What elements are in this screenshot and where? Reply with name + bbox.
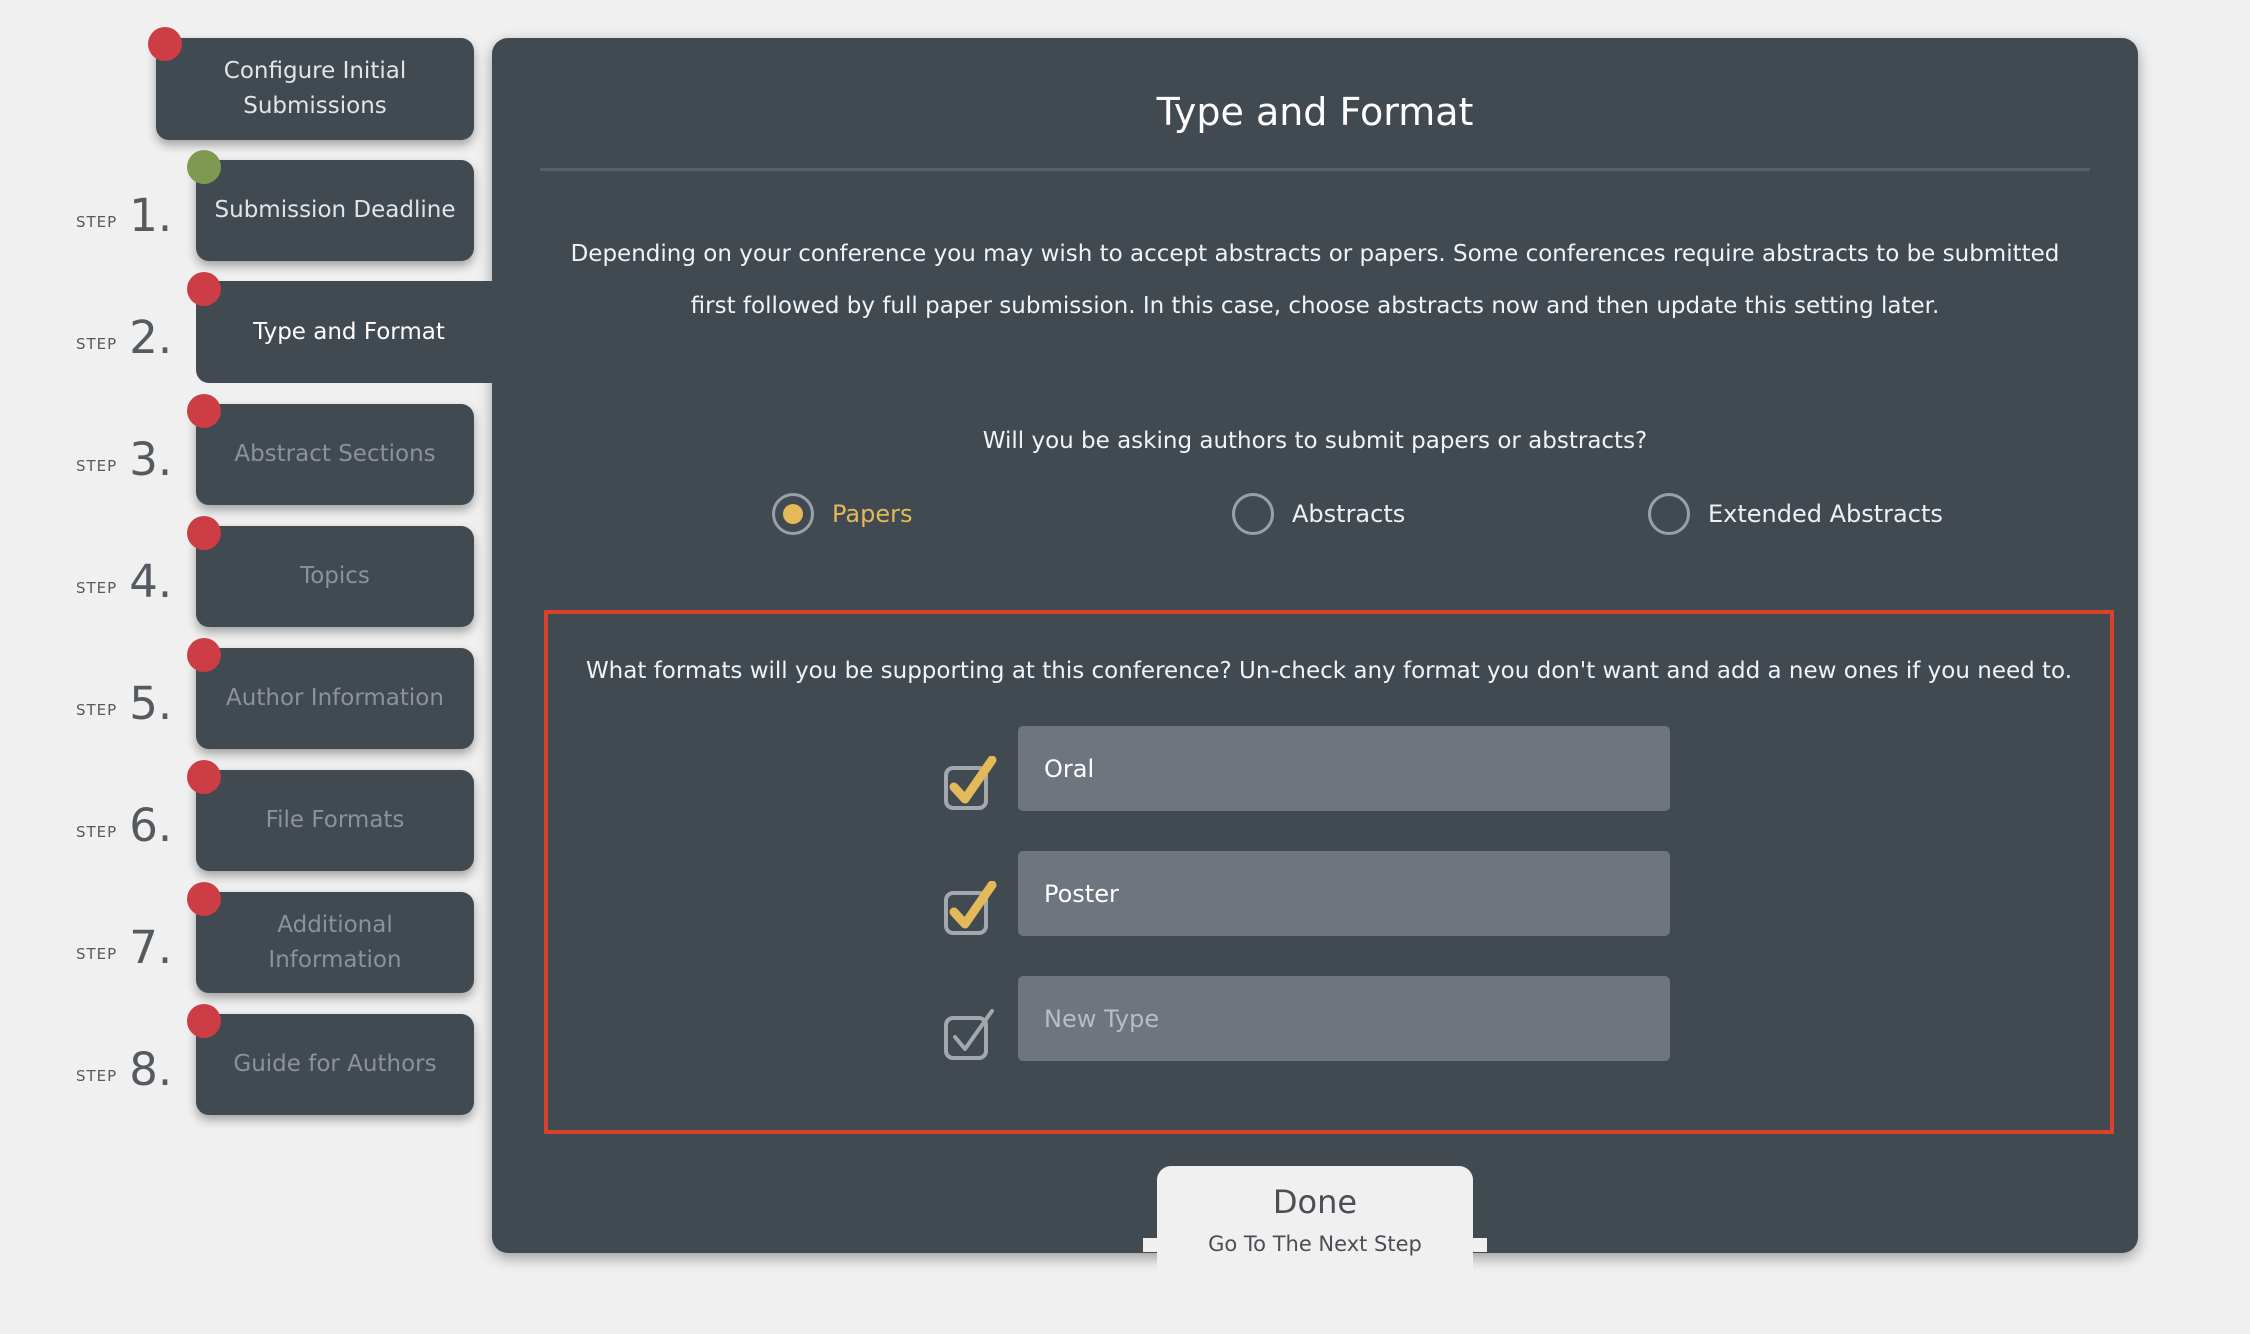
step-number: 8. [129,1043,173,1096]
tab-topics[interactable]: Topics [196,526,474,627]
status-dot-incomplete [187,760,221,794]
status-dot-incomplete [187,638,221,672]
tab-author-information[interactable]: Author Information [196,648,474,749]
status-dot-incomplete [187,882,221,916]
step-label-1: STEP 1. [76,180,172,240]
checkbox-checked-icon[interactable] [942,756,998,812]
radio-button[interactable] [1648,493,1690,535]
tab-label: Submission Deadline [214,197,456,223]
format-row-oral [942,726,1682,812]
step-word: STEP [76,1067,118,1085]
format-input-oral[interactable] [1018,726,1670,811]
tab-label: File Formats [265,807,405,833]
step-number: 7. [129,921,173,974]
step-number: 5. [129,677,173,730]
status-dot-incomplete [187,394,221,428]
step-number: 2. [129,311,173,364]
formats-section: What formats will you be supporting at t… [544,610,2114,1134]
tab-submission-deadline[interactable]: Submission Deadline [196,160,474,261]
step-number: 1. [129,189,173,242]
step-label-4: STEP 4. [76,546,172,606]
tab-additional-information[interactable]: Additional Information [196,892,474,993]
step-label-2: STEP 2. [76,302,172,362]
title-divider [540,168,2090,171]
step-label-5: STEP 5. [76,668,172,728]
format-row-new [942,976,1682,1062]
status-dot-incomplete [187,1004,221,1038]
step-label-3: STEP 3. [76,424,172,484]
radio-dot [783,504,803,524]
tab-label: Guide for Authors [233,1051,437,1077]
submission-question: Will you be asking authors to submit pap… [982,428,1648,454]
tab-label: Additional Information [268,911,402,973]
formats-question: What formats will you be supporting at t… [585,658,2073,684]
step-word: STEP [76,945,118,963]
checkbox-checked-icon[interactable] [942,881,998,937]
step-label-7: STEP 7. [76,912,172,972]
page-title: Type and Format [1156,90,1474,134]
radio-button-selected[interactable] [772,493,814,535]
radio-label: Abstracts [1292,500,1406,528]
step-word: STEP [76,823,118,841]
tab-guide-for-authors[interactable]: Guide for Authors [196,1014,474,1115]
checkbox-unchecked-icon[interactable] [942,1006,998,1062]
tab-file-formats[interactable]: File Formats [196,770,474,871]
format-input-poster[interactable] [1018,851,1670,936]
done-button-sublabel: Go To The Next Step [1208,1232,1422,1256]
tab-label: Topics [300,563,370,589]
step-number: 3. [129,433,173,486]
done-button[interactable]: Done Go To The Next Step [1157,1166,1473,1278]
status-dot-complete [187,150,221,184]
radio-label: Extended Abstracts [1708,500,1943,528]
done-button-label: Done [1272,1183,1358,1221]
step-label-6: STEP 6. [76,790,172,850]
radio-extended-abstracts[interactable]: Extended Abstracts [1648,492,1943,536]
step-word: STEP [76,457,118,475]
format-row-poster [942,851,1682,937]
step-word: STEP [76,701,118,719]
done-button-flare [1473,1238,1487,1252]
radio-papers[interactable]: Papers [772,492,912,536]
status-dot-incomplete [187,272,221,306]
tab-label: Configure Initial Submissions [223,58,407,119]
tab-label: Type and Format [253,318,445,345]
step-word: STEP [76,213,118,231]
format-input-new-type[interactable] [1018,976,1670,1061]
tab-label: Author Information [226,685,444,711]
tab-label: Abstract Sections [234,441,436,467]
tab-configure-initial-submissions[interactable]: Configure Initial Submissions [156,38,474,140]
step-word: STEP [76,335,118,353]
step-number: 6. [129,799,173,852]
tab-type-and-format[interactable]: Type and Format [196,281,502,383]
intro-text: Depending on your conference you may wis… [570,241,2060,319]
radio-abstracts[interactable]: Abstracts [1232,492,1405,536]
radio-label: Papers [832,500,913,528]
status-dot-incomplete [148,27,182,61]
radio-button[interactable] [1232,493,1274,535]
step-number: 4. [129,555,173,608]
step-label-8: STEP 8. [76,1034,172,1094]
stage: Configure Initial Submissions STEP 1. Su… [0,0,2250,1334]
main-panel: Type and Format Depending on your confer… [492,38,2138,1253]
step-word: STEP [76,579,118,597]
done-button-flare [1143,1238,1157,1252]
tab-abstract-sections[interactable]: Abstract Sections [196,404,474,505]
status-dot-incomplete [187,516,221,550]
